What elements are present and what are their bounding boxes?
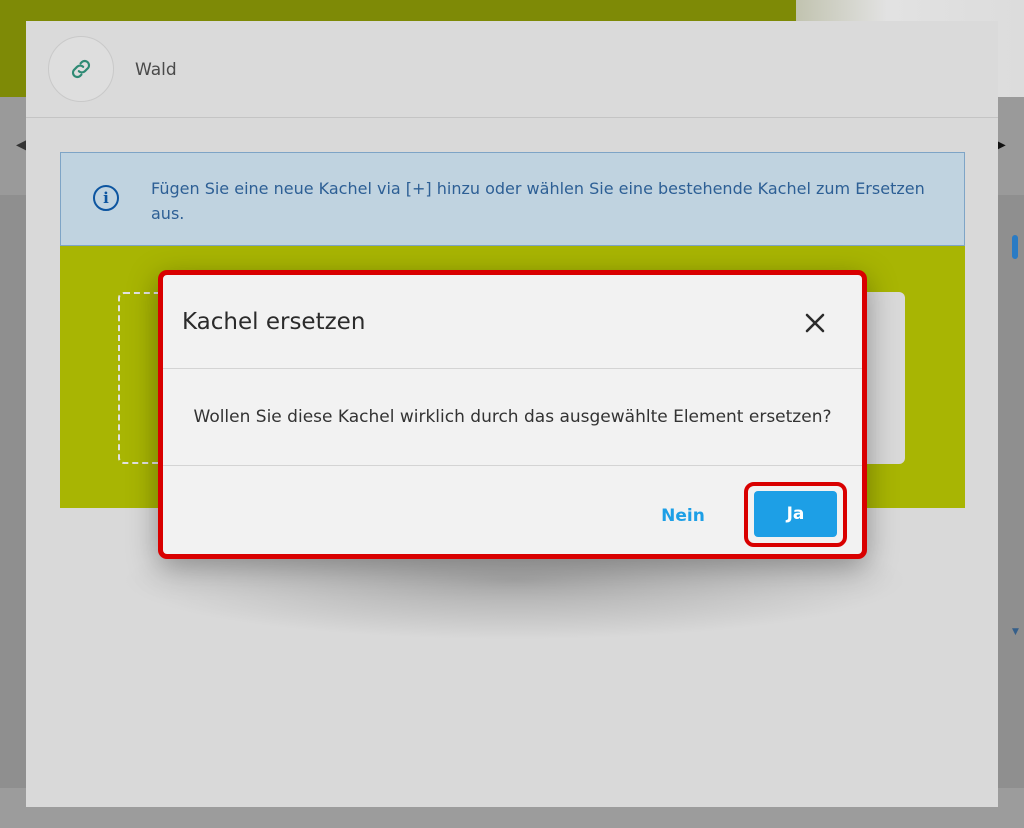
dialog-message: Wollen Sie diese Kachel wirklich durch d… xyxy=(193,407,832,427)
scrollbar-thumb[interactable] xyxy=(1012,235,1018,259)
link-icon xyxy=(71,59,91,79)
replace-tile-dialog: Kachel ersetzen Wollen Sie diese Kachel … xyxy=(158,270,867,559)
yes-button[interactable]: Ja xyxy=(754,491,837,537)
dialog-body: Wollen Sie diese Kachel wirklich durch d… xyxy=(163,369,862,466)
scroll-down-arrow-icon: ▼ xyxy=(1012,627,1019,637)
info-message-text: Fügen Sie eine neue Kachel via [+] hinzu… xyxy=(151,179,925,223)
dialog-header: Kachel ersetzen xyxy=(163,275,862,369)
close-button[interactable] xyxy=(795,303,835,343)
info-icon: i xyxy=(93,185,119,211)
no-button[interactable]: Nein xyxy=(633,498,733,534)
panel-title: Wald xyxy=(135,60,177,80)
dialog-title: Kachel ersetzen xyxy=(182,309,366,335)
close-icon xyxy=(805,313,825,333)
link-icon-button[interactable] xyxy=(48,36,114,102)
